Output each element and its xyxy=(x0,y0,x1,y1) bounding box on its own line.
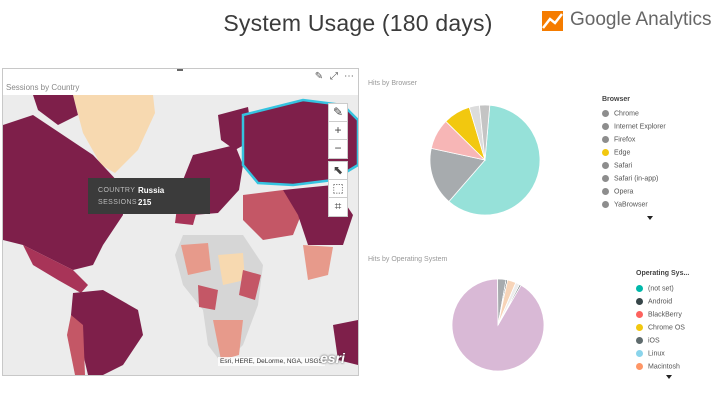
legend-label: Safari (in-app) xyxy=(614,175,659,183)
os-legend-item[interactable]: Linux xyxy=(636,350,665,357)
legend-label: BlackBerry xyxy=(648,311,682,319)
legend-swatch-icon xyxy=(602,149,609,156)
map-tooltip: COUNTRY Russia SESSIONS 215 xyxy=(88,178,210,214)
tooltip-sessions-value: 215 xyxy=(138,198,152,207)
logo-text: Google Analytics xyxy=(570,9,712,30)
legend-swatch-icon xyxy=(602,110,609,117)
legend-swatch-icon xyxy=(602,175,609,182)
os-pie-chart[interactable] xyxy=(450,275,550,375)
zoom-in-button[interactable]: + xyxy=(328,121,348,141)
os-legend-more-caret[interactable] xyxy=(666,375,672,379)
os-chart-title: Hits by Operating System xyxy=(368,256,448,263)
legend-label: Safari xyxy=(614,162,633,170)
sessions-by-country-map[interactable]: Sessions by Country ✎ ⤢ ⋯ ✎ + − ⬉ ⬚ ⌗ xyxy=(2,68,359,376)
legend-swatch-icon xyxy=(636,363,643,370)
os-legend-item[interactable]: iOS xyxy=(636,337,660,344)
tooltip-country-label: COUNTRY xyxy=(98,187,136,194)
map-canvas[interactable]: ✎ + − ⬉ ⬚ ⌗ xyxy=(3,95,358,375)
legend-label: Chrome xyxy=(614,110,639,118)
legend-label: Linux xyxy=(648,350,665,358)
legend-swatch-icon xyxy=(602,136,609,143)
more-options-icon[interactable]: ⋯ xyxy=(343,71,355,83)
browser-legend-item[interactable]: YaBrowser xyxy=(602,201,648,208)
legend-swatch-icon xyxy=(636,285,643,292)
focus-mode-icon[interactable]: ⤢ xyxy=(328,71,340,83)
browser-legend-item[interactable]: Chrome xyxy=(602,110,639,117)
legend-label: iOS xyxy=(648,337,660,345)
legend-label: Firefox xyxy=(614,136,636,144)
pin-icon[interactable]: ✎ xyxy=(313,71,325,83)
map-visual-header: Sessions by Country ✎ ⤢ ⋯ xyxy=(3,69,358,95)
legend-label: Chrome OS xyxy=(648,324,685,332)
browser-legend-item[interactable]: Safari xyxy=(602,162,632,169)
os-legend-item[interactable]: Chrome OS xyxy=(636,324,685,331)
browser-pie-chart[interactable] xyxy=(420,95,550,225)
os-legend-item[interactable]: Android xyxy=(636,298,672,305)
lasso-select-button[interactable]: ⌗ xyxy=(328,197,348,217)
browser-legend-title: Browser xyxy=(602,96,631,103)
legend-label: Opera xyxy=(614,188,634,196)
browser-legend-item[interactable]: Opera xyxy=(602,188,633,195)
browser-legend-more-caret[interactable] xyxy=(647,216,653,220)
browser-legend-item[interactable]: Safari (in-app) xyxy=(602,175,658,182)
legend-swatch-icon xyxy=(602,201,609,208)
legend-label: Internet Explorer xyxy=(614,123,666,131)
map-title: Sessions by Country xyxy=(6,83,80,92)
legend-swatch-icon xyxy=(636,350,643,357)
tooltip-country-value: Russia xyxy=(138,186,165,195)
legend-swatch-icon xyxy=(636,311,643,318)
map-attribution: Esri, HERE, DeLorme, NGA, USGS xyxy=(218,357,325,366)
tooltip-sessions-label: SESSIONS xyxy=(98,199,137,206)
legend-label: Android xyxy=(648,298,673,306)
legend-label: Macintosh xyxy=(648,363,680,371)
draw-tool-button[interactable]: ✎ xyxy=(328,103,348,123)
resize-handle[interactable] xyxy=(177,69,183,71)
legend-swatch-icon xyxy=(636,337,643,344)
rectangle-select-button[interactable]: ⬚ xyxy=(328,179,348,199)
legend-label: Edge xyxy=(614,149,631,157)
google-analytics-logo-icon xyxy=(542,11,563,31)
world-map xyxy=(3,95,358,375)
browser-legend-item[interactable]: Internet Explorer xyxy=(602,123,666,130)
legend-swatch-icon xyxy=(602,123,609,130)
esri-logo: esri xyxy=(320,350,345,366)
legend-label: (not set) xyxy=(648,285,674,293)
legend-swatch-icon xyxy=(602,162,609,169)
browser-legend-item[interactable]: Firefox xyxy=(602,136,635,143)
os-legend-item[interactable]: BlackBerry xyxy=(636,311,682,318)
browser-chart-title: Hits by Browser xyxy=(368,80,418,87)
zoom-out-button[interactable]: − xyxy=(328,139,348,159)
legend-label: YaBrowser xyxy=(614,201,648,209)
legend-swatch-icon xyxy=(636,298,643,305)
os-legend-title: Operating Sys... xyxy=(636,270,690,277)
google-analytics-logo: Google Analytics xyxy=(540,6,712,36)
select-tool-button[interactable]: ⬉ xyxy=(328,161,348,181)
os-legend-item[interactable]: (not set) xyxy=(636,285,674,292)
legend-swatch-icon xyxy=(636,324,643,331)
os-legend-item[interactable]: Macintosh xyxy=(636,363,680,370)
browser-legend-item[interactable]: Edge xyxy=(602,149,630,156)
legend-swatch-icon xyxy=(602,188,609,195)
